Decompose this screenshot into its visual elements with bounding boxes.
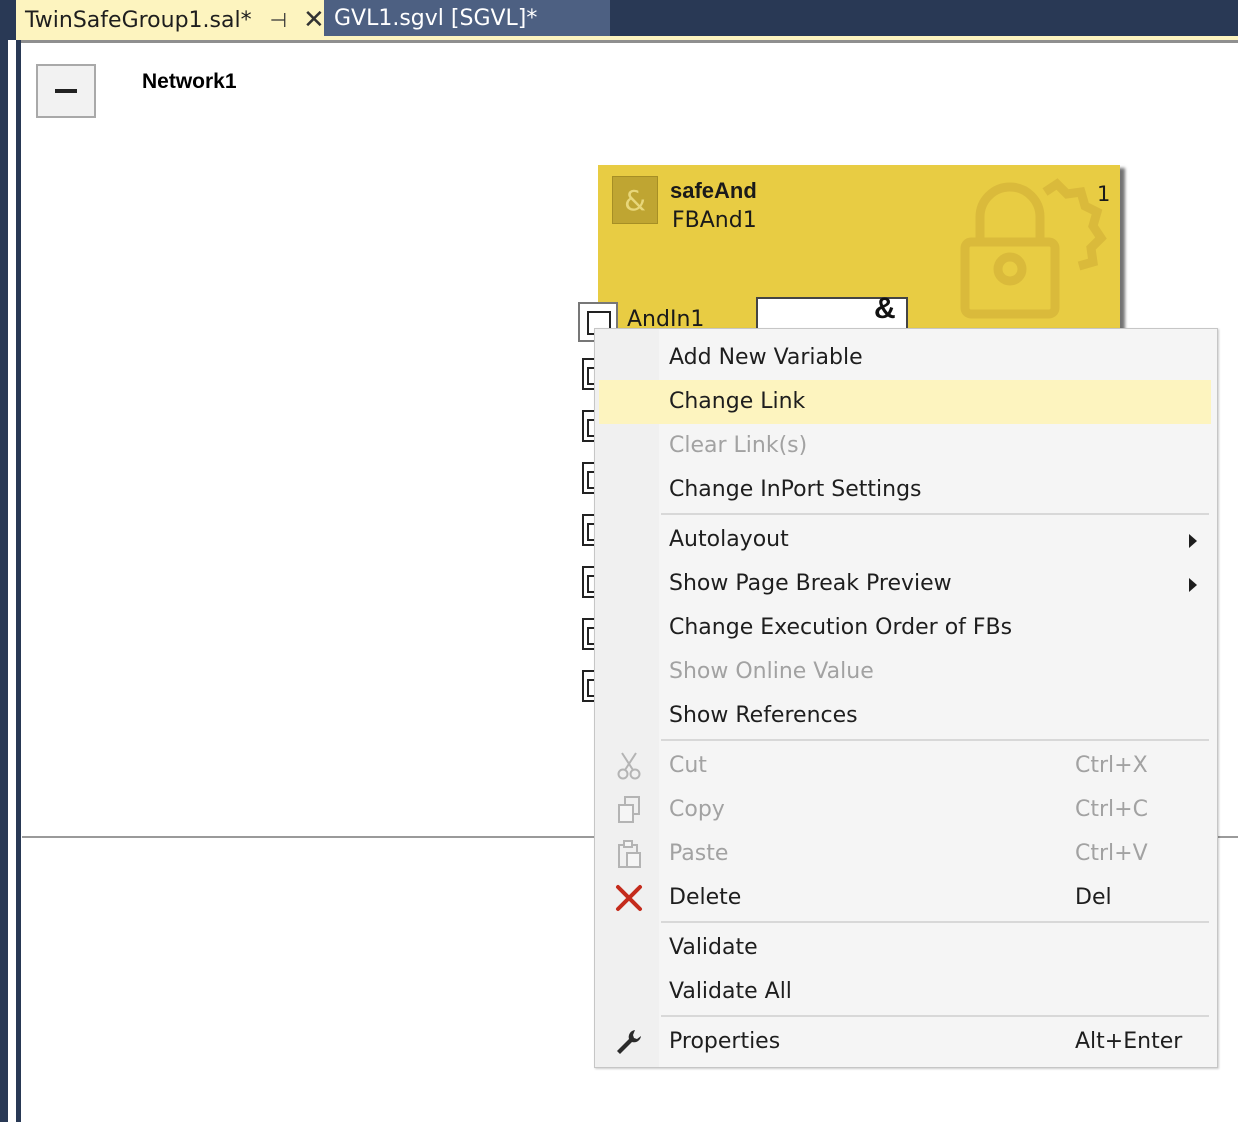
menu-item-label: Validate All (669, 979, 792, 1004)
operator-symbol: & (874, 292, 896, 325)
function-block-type: safeAnd (670, 178, 757, 203)
menu-item-label: Change Execution Order of FBs (669, 615, 1013, 640)
menu-item-copy[interactable]: Copy Ctrl+C (599, 788, 1211, 832)
menu-item-change-inport-settings[interactable]: Change InPort Settings (599, 468, 1211, 512)
menu-item-show-page-break-preview[interactable]: Show Page Break Preview (599, 562, 1211, 606)
menu-item-validate[interactable]: Validate (599, 926, 1211, 970)
submenu-arrow-icon (1189, 534, 1197, 548)
menu-item-validate-all[interactable]: Validate All (599, 970, 1211, 1014)
collapse-icon (55, 89, 77, 93)
pin-icon[interactable]: ⊣ (270, 10, 287, 30)
menu-separator (661, 921, 1209, 923)
menu-item-change-execution-order[interactable]: Change Execution Order of FBs (599, 606, 1211, 650)
safety-lock-gear-icon (960, 178, 1107, 319)
submenu-arrow-icon (1189, 578, 1197, 592)
menu-item-label: Show References (669, 703, 858, 728)
menu-separator (661, 513, 1209, 515)
menu-item-shortcut: Ctrl+V (1075, 841, 1148, 866)
menu-item-label: Properties (669, 1029, 781, 1054)
scissors-icon (611, 751, 647, 781)
menu-item-label: Show Page Break Preview (669, 571, 952, 596)
menu-item-shortcut: Alt+Enter (1075, 1029, 1183, 1054)
tab-title: TwinSafeGroup1.sal* (25, 7, 252, 33)
menu-item-label: Change InPort Settings (669, 477, 922, 502)
wrench-icon (611, 1027, 647, 1057)
collapse-network-button[interactable] (36, 64, 96, 118)
tab-title: GVL1.sgvl [SGVL]* (334, 5, 538, 31)
context-menu: Add New Variable Change Link Clear Link(… (594, 328, 1218, 1068)
close-icon[interactable]: ✕ (303, 7, 325, 33)
document-tab-strip: TwinSafeGroup1.sal* ⊣ ✕ GVL1.sgvl [SGVL]… (0, 0, 1238, 40)
function-block-instance: FBAnd1 (672, 208, 757, 233)
menu-item-label: Paste (669, 841, 729, 866)
menu-item-shortcut: Ctrl+C (1075, 797, 1148, 822)
menu-item-label: Cut (669, 753, 707, 778)
menu-item-label: Delete (669, 885, 742, 910)
tab-twinsafegroup1[interactable]: TwinSafeGroup1.sal* ⊣ ✕ (16, 0, 325, 40)
menu-item-show-online-value[interactable]: Show Online Value (599, 650, 1211, 694)
network-title: Network1 (142, 70, 237, 93)
copy-icon (611, 795, 647, 825)
menu-item-shortcut: Ctrl+X (1075, 753, 1148, 778)
execution-order-number: 1 (1097, 182, 1111, 206)
tab-gvl1[interactable]: GVL1.sgvl [SGVL]* (324, 0, 610, 36)
menu-item-label: Copy (669, 797, 725, 822)
menu-separator (661, 739, 1209, 741)
menu-item-label: Clear Link(s) (669, 433, 808, 458)
menu-item-add-new-variable[interactable]: Add New Variable (599, 336, 1211, 380)
menu-item-shortcut: Del (1075, 885, 1112, 910)
menu-item-autolayout[interactable]: Autolayout (599, 518, 1211, 562)
left-window-frame (0, 0, 8, 1122)
menu-item-label: Autolayout (669, 527, 789, 552)
menu-item-clear-links[interactable]: Clear Link(s) (599, 424, 1211, 468)
menu-item-label: Validate (669, 935, 758, 960)
menu-separator (661, 1015, 1209, 1017)
paste-icon (611, 839, 647, 869)
menu-item-label: Change Link (669, 389, 806, 414)
menu-item-paste[interactable]: Paste Ctrl+V (599, 832, 1211, 876)
menu-item-cut[interactable]: Cut Ctrl+X (599, 744, 1211, 788)
menu-item-change-link[interactable]: Change Link (599, 380, 1211, 424)
menu-item-label: Add New Variable (669, 345, 863, 370)
editor-left-border (16, 40, 21, 1122)
red-x-icon (611, 883, 647, 913)
menu-item-delete[interactable]: Delete Del (599, 876, 1211, 920)
and-block-icon: & (612, 176, 658, 224)
menu-item-show-references[interactable]: Show References (599, 694, 1211, 738)
menu-item-properties[interactable]: Properties Alt+Enter (599, 1020, 1211, 1064)
editor-top-border (16, 40, 1238, 43)
menu-item-label: Show Online Value (669, 659, 874, 684)
